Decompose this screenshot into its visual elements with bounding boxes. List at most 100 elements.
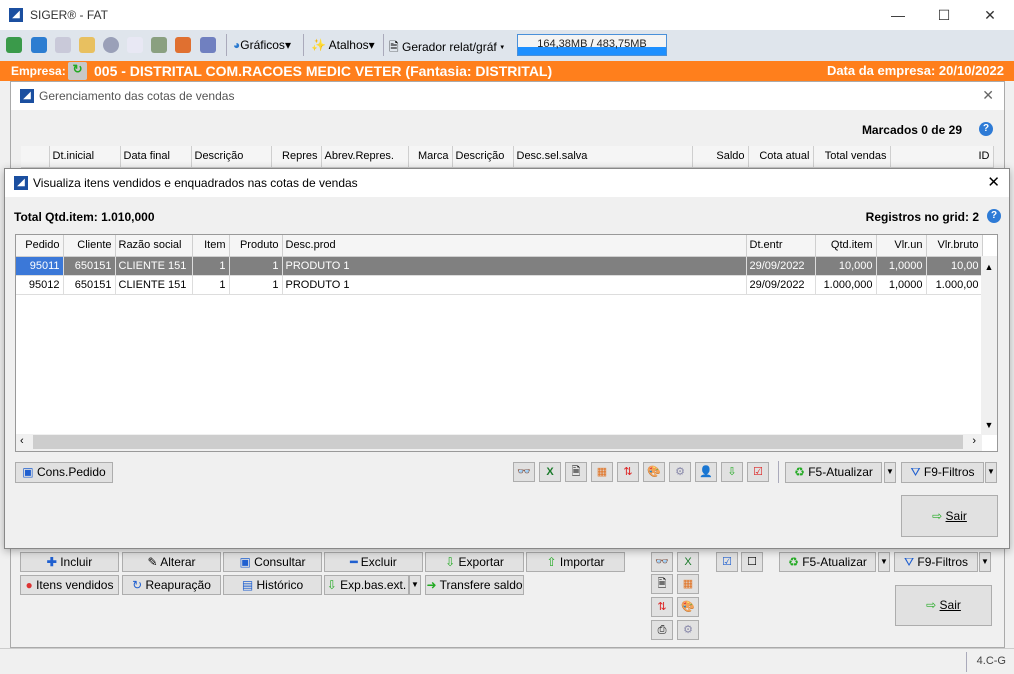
gerador-menu[interactable]: 🗎 Gerador relat/gráf ▾ (389, 38, 505, 59)
users-icon[interactable] (175, 37, 191, 53)
calculator-icon[interactable] (31, 37, 47, 53)
col-header[interactable]: Marca (408, 146, 453, 168)
alterar-button[interactable]: ✎ Alterar (122, 552, 221, 572)
gear-icon[interactable] (103, 37, 119, 53)
document-icon[interactable]: 🗎 (651, 574, 673, 594)
user-check-icon[interactable]: 👤 (695, 462, 717, 482)
cotas-grid[interactable]: Dt.inicial Data final Descrição Repres A… (21, 146, 994, 168)
importar-button[interactable]: ⇧ Importar (526, 552, 625, 572)
col-header[interactable]: Total vendas (813, 146, 891, 168)
status-bar: 4.C-G (0, 648, 1014, 674)
sair-button[interactable]: ⇨ Sair (901, 495, 998, 537)
window-icon: ◢ (14, 176, 28, 190)
col-header[interactable]: Desc.sel.salva (513, 146, 693, 168)
dialog-titlebar: ◢ Visualiza itens vendidos e enquadrados… (5, 169, 1009, 197)
atualizar-button[interactable]: ♻ F5-Atualizar (785, 462, 882, 483)
vertical-scrollbar[interactable]: ▲ ▼ (981, 256, 997, 435)
filtros-button[interactable]: ⛛ F9-Filtros (901, 462, 984, 483)
filtros-dropdown[interactable]: ▼ (985, 462, 997, 483)
maximize-button[interactable]: ☐ (921, 4, 967, 26)
sort-icon[interactable]: ⇅ (651, 597, 673, 617)
mail-icon[interactable] (127, 37, 143, 53)
col-header[interactable]: Cliente (63, 235, 116, 257)
cell-qtd-item: 10,000 (815, 256, 877, 276)
atalhos-menu[interactable]: ✨ Atalhos▾ (311, 38, 375, 52)
palette-icon[interactable]: 🎨 (643, 462, 665, 482)
excluir-button[interactable]: ━ Excluir (324, 552, 423, 572)
checklist-icon[interactable]: ☑ (747, 462, 769, 482)
table-row[interactable]: 95012 650151 CLIENTE 151 1 1 PRODUTO 1 2… (16, 275, 983, 295)
excel-icon[interactable]: X (539, 462, 561, 482)
col-header[interactable]: Produto (229, 235, 283, 257)
col-header[interactable]: Pedido (16, 235, 64, 257)
help-icon[interactable]: ? (987, 209, 1001, 223)
atualizar-dropdown[interactable]: ▼ (878, 552, 890, 572)
minimize-button[interactable]: — (875, 4, 921, 26)
company-switch-icon[interactable]: ↻ (68, 62, 87, 80)
col-header[interactable]: Data final (120, 146, 192, 168)
atualizar-button[interactable]: ♻ F5-Atualizar (779, 552, 876, 572)
scroll-thumb[interactable] (33, 435, 963, 449)
table-row[interactable]: 95011 650151 CLIENTE 151 1 1 PRODUTO 1 2… (16, 256, 983, 276)
itens-grid[interactable]: Pedido Cliente Razão social Item Produto… (15, 234, 998, 452)
dialog-close-button[interactable]: ✕ (987, 173, 1000, 191)
check-all-checkbox[interactable]: ☑ (716, 552, 738, 572)
exp-bas-ext-dropdown[interactable]: ▼ (409, 575, 421, 595)
col-header[interactable]: Dt.inicial (49, 146, 121, 168)
col-header[interactable]: Qtd.item (815, 235, 877, 257)
col-header[interactable]: Descrição (452, 146, 514, 168)
consultar-button[interactable]: ▣ Consultar (223, 552, 322, 572)
sair-button[interactable]: ⇨ Sair (895, 585, 992, 626)
col-select[interactable] (21, 146, 50, 168)
col-header[interactable]: Cota atual (748, 146, 814, 168)
report-icon[interactable]: ▦ (677, 574, 699, 594)
horizontal-scrollbar[interactable]: ‹ › (16, 434, 982, 451)
exportar-button[interactable]: ⇩ Exportar (425, 552, 524, 572)
filtros-dropdown[interactable]: ▼ (979, 552, 991, 572)
col-header[interactable]: Repres (271, 146, 322, 168)
uncheck-all-checkbox[interactable]: ☐ (741, 552, 763, 572)
col-header[interactable]: ID (890, 146, 994, 168)
col-header[interactable]: Razão social (115, 235, 193, 257)
sort-icon[interactable]: ⇅ (617, 462, 639, 482)
cotas-close-button[interactable]: ✕ (982, 87, 994, 104)
money-icon[interactable] (151, 37, 167, 53)
printer-icon[interactable]: ⎙ (651, 620, 673, 640)
palette-icon[interactable]: 🎨 (677, 597, 699, 617)
atualizar-dropdown[interactable]: ▼ (884, 462, 896, 483)
document-icon[interactable]: 🗎 (565, 462, 587, 482)
forms-icon[interactable] (79, 37, 95, 53)
col-header[interactable]: Desc.prod (282, 235, 747, 257)
col-header[interactable]: Vlr.bruto (926, 235, 983, 257)
excel-icon[interactable]: X (677, 552, 699, 572)
col-header[interactable]: Item (192, 235, 230, 257)
report-icon[interactable]: ▦ (591, 462, 613, 482)
col-header[interactable]: Vlr.un (876, 235, 927, 257)
download-icon[interactable]: ⇩ (721, 462, 743, 482)
incluir-button[interactable]: ✚ Incluir (20, 552, 119, 572)
transfere-saldo-button[interactable]: ➜ Transfere saldo (425, 575, 524, 595)
binoculars-icon[interactable]: 👓 (513, 462, 535, 482)
help-icon[interactable]: ? (979, 122, 993, 136)
cotas-grid-header: Dt.inicial Data final Descrição Repres A… (21, 146, 994, 168)
search-doc-icon[interactable] (55, 37, 71, 53)
package-icon[interactable] (200, 37, 216, 53)
filtros-button[interactable]: ⛛ F9-Filtros (894, 552, 978, 572)
col-header[interactable]: Dt.entr (746, 235, 816, 257)
itens-vendidos-button[interactable]: ● Itens vendidos (20, 575, 119, 595)
historico-button[interactable]: ▤ Histórico (223, 575, 322, 595)
col-header[interactable]: Abrev.Repres. (321, 146, 409, 168)
col-header[interactable]: Saldo (692, 146, 749, 168)
cell-vlr-un: 1,0000 (876, 275, 927, 295)
binoculars-icon[interactable]: 👓 (651, 552, 673, 572)
cons-pedido-button[interactable]: ▣ Cons.Pedido (15, 462, 113, 483)
close-button[interactable]: ✕ (967, 4, 1013, 26)
col-header[interactable]: Descrição (191, 146, 272, 168)
gear-icon[interactable]: ⚙ (669, 462, 691, 482)
exp-bas-ext-button[interactable]: ⇩ Exp.bas.ext. (324, 575, 409, 595)
graficos-menu[interactable]: ◕Gráficos▾ (233, 38, 291, 52)
gear-icon[interactable]: ⚙ (677, 620, 699, 640)
reapuracao-button[interactable]: ↻ Reapuração (122, 575, 221, 595)
exit-icon[interactable] (6, 37, 22, 53)
cell-razao: CLIENTE 151 (115, 256, 193, 276)
